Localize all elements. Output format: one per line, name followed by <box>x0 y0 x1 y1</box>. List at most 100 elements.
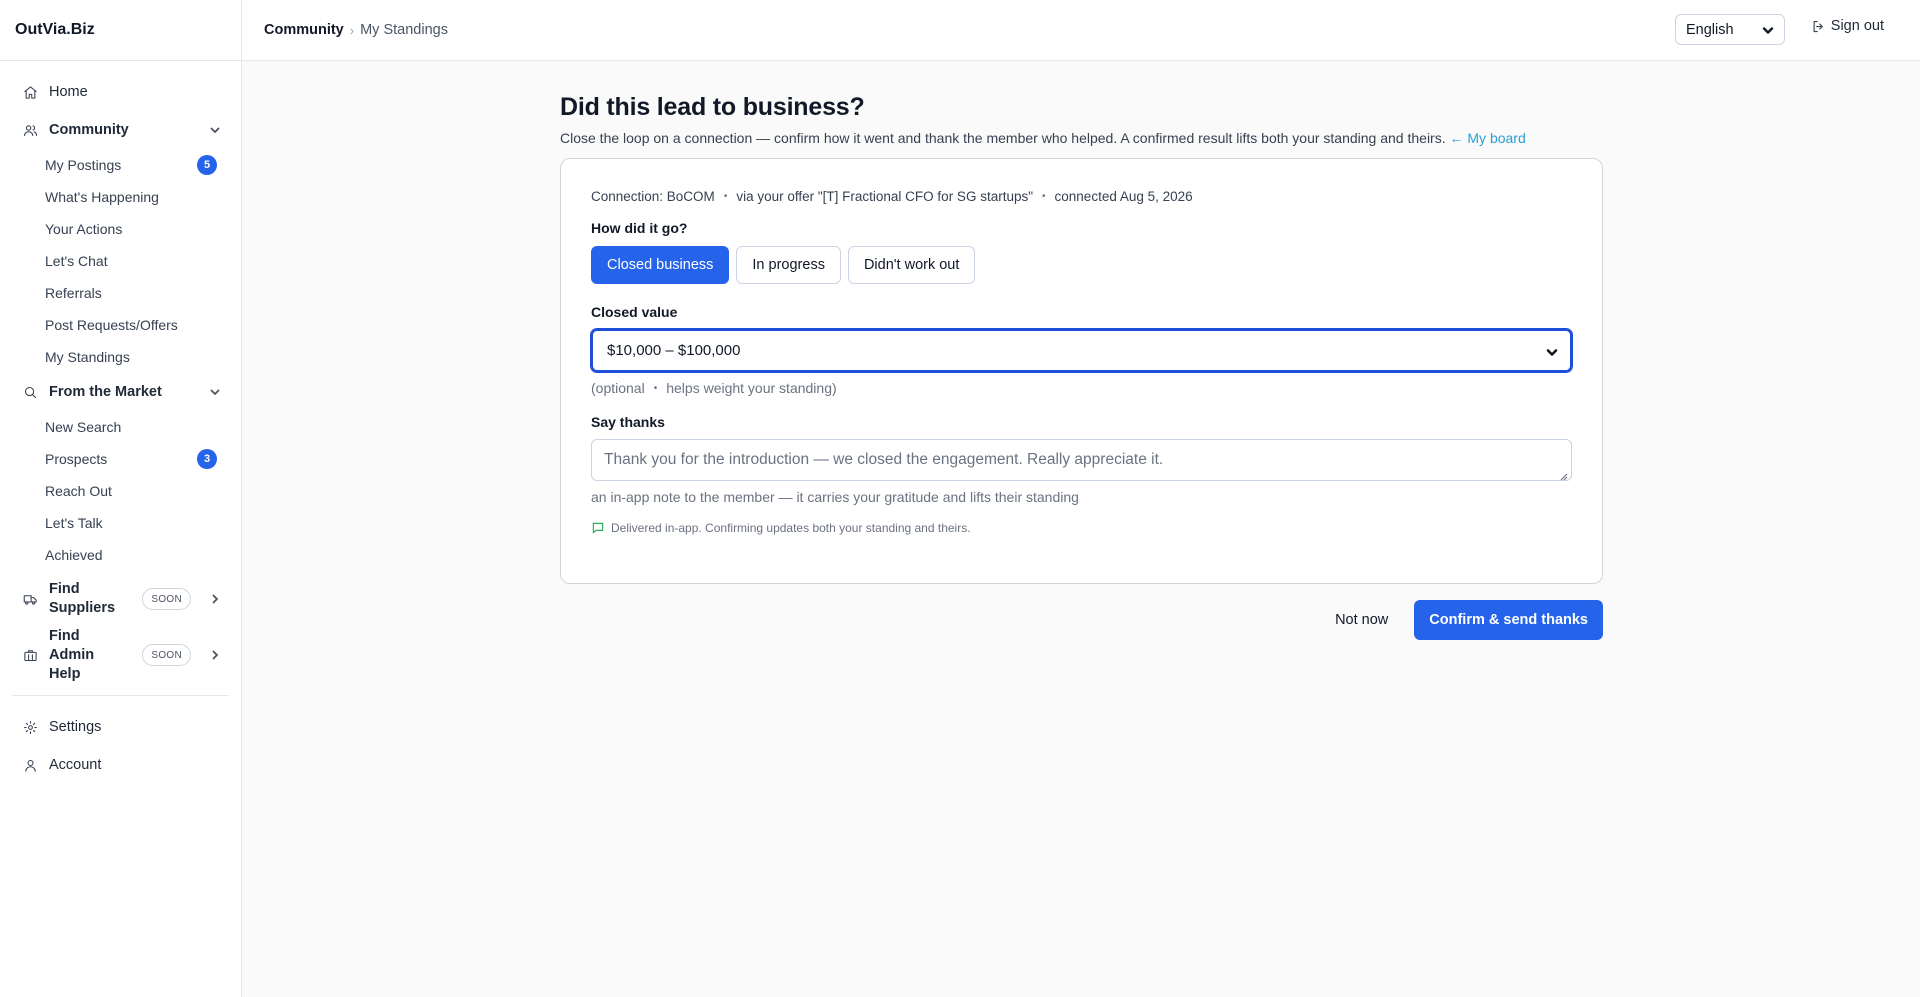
sign-out-icon <box>1813 20 1823 32</box>
connection-meta: Connection: BoCOM • via your offer "[T] … <box>591 189 1572 204</box>
sidebar-item-lets-chat[interactable]: Let's Chat <box>0 245 241 277</box>
truck-icon <box>22 591 38 607</box>
choice-didnt-work-out[interactable]: Didn't work out <box>847 246 976 284</box>
sidebar-item-label: Post Requests/Offers <box>45 317 178 333</box>
soon-badge: SOON <box>142 644 191 666</box>
sidebar-item-reach-out[interactable]: Reach Out <box>0 475 241 507</box>
connection-name: Connection: BoCOM <box>591 189 715 204</box>
meta-separator: • <box>1042 191 1046 202</box>
soon-badge: SOON <box>142 588 191 610</box>
sidebar-item-label: Settings <box>49 719 102 735</box>
resize-handle-icon[interactable] <box>1559 468 1568 481</box>
chevron-down-icon <box>209 386 221 398</box>
sidebar-item-find-suppliers[interactable]: Find Suppliers SOON <box>0 571 241 627</box>
closed-value-label: Closed value <box>591 304 678 320</box>
sidebar-item-achieved[interactable]: Achieved <box>0 539 241 571</box>
sidebar-item-label: Referrals <box>45 285 102 301</box>
main-content: Did this lead to business? Close the loo… <box>560 93 1603 640</box>
sidebar-section-from-the-market[interactable]: From the Market <box>0 373 241 411</box>
users-icon <box>22 122 38 138</box>
sidebar-item-label: My Standings <box>45 349 130 365</box>
closed-value-select[interactable]: $10,000 – $100,000 <box>591 329 1572 372</box>
search-icon <box>22 384 38 400</box>
sidebar-item-your-actions[interactable]: Your Actions <box>0 213 241 245</box>
sidebar-section-community[interactable]: Community <box>0 111 241 149</box>
connection-date: connected Aug 5, 2026 <box>1054 189 1193 204</box>
page-title: Did this lead to business? <box>560 93 865 121</box>
gear-icon <box>22 719 38 735</box>
sidebar-item-label: Let's Chat <box>45 253 108 269</box>
breadcrumb-separator: › <box>349 22 355 38</box>
chat-bubble-icon <box>592 522 604 534</box>
count-badge: 3 <box>197 449 217 469</box>
sidebar-item-label: Reach Out <box>45 483 112 499</box>
sidebar-item-find-admin-help[interactable]: Find Admin Help SOON <box>0 627 241 683</box>
sidebar-item-my-standings[interactable]: My Standings <box>0 341 241 373</box>
sidebar-item-label: My Postings <box>45 157 122 173</box>
hint-weight: helps weight your standing) <box>666 380 837 396</box>
say-thanks-placeholder: Thank you for the introduction — we clos… <box>604 451 1164 468</box>
sidebar-item-whats-happening[interactable]: What's Happening <box>0 181 241 213</box>
sidebar-item-label: New Search <box>45 419 122 435</box>
sidebar-item-my-postings[interactable]: My Postings 5 <box>0 149 241 181</box>
home-icon <box>22 84 38 100</box>
closed-value-selected: $10,000 – $100,000 <box>607 342 741 359</box>
sidebar-section-label: From the Market <box>49 384 162 400</box>
sidebar-item-home[interactable]: Home <box>0 73 241 111</box>
sidebar-item-label: Find Admin Help <box>49 627 95 682</box>
sidebar-divider <box>12 695 229 696</box>
delivered-text: Delivered in-app. Confirming updates bot… <box>611 521 971 535</box>
user-icon <box>22 757 38 773</box>
form-actions: Not now Confirm & send thanks <box>560 600 1603 640</box>
not-now-button[interactable]: Not now <box>1309 600 1414 640</box>
connection-offer: via your offer "[T] Fractional CFO for S… <box>736 189 1034 204</box>
language-select[interactable]: English <box>1675 14 1785 45</box>
sidebar-item-label: Find Suppliers <box>49 581 116 616</box>
sidebar-item-label: Prospects <box>45 451 108 467</box>
sidebar-item-label: Your Actions <box>45 221 123 237</box>
sidebar-item-label: What's Happening <box>45 189 159 205</box>
sign-out-label: Sign out <box>1830 18 1884 34</box>
chevron-down-icon <box>1546 345 1558 357</box>
my-board-link[interactable]: ← My board <box>1450 130 1526 146</box>
topbar: Community › My Standings English Sign ou… <box>242 0 1920 61</box>
say-thanks-label: Say thanks <box>591 414 665 430</box>
sidebar-item-settings[interactable]: Settings <box>0 708 241 746</box>
sidebar-item-label: Account <box>49 757 102 773</box>
hint-optional: (optional <box>591 380 645 396</box>
outcome-question: How did it go? <box>591 220 688 236</box>
sidebar-item-post-requests-offers[interactable]: Post Requests/Offers <box>0 309 241 341</box>
description-text: Close the loop on a connection — confirm… <box>560 130 1446 146</box>
sidebar: OutVia.Biz Home Community My Postings 5 … <box>0 0 242 997</box>
sidebar-item-prospects[interactable]: Prospects 3 <box>0 443 241 475</box>
chevron-right-icon <box>209 593 221 605</box>
closed-value-hint: (optional • helps weight your standing) <box>591 380 1572 396</box>
sidebar-item-account[interactable]: Account <box>0 746 241 784</box>
brand-logo[interactable]: OutVia.Biz <box>0 0 241 61</box>
sidebar-section-label: Community <box>49 122 129 138</box>
breadcrumb-parent[interactable]: Community <box>264 22 344 38</box>
count-badge: 5 <box>197 155 217 175</box>
sidebar-nav: Home Community My Postings 5 What's Happ… <box>0 61 241 784</box>
choice-in-progress[interactable]: In progress <box>736 246 841 284</box>
chevron-down-icon <box>209 124 221 136</box>
breadcrumb-current: My Standings <box>360 22 448 38</box>
sidebar-item-referrals[interactable]: Referrals <box>0 277 241 309</box>
page-description: Close the loop on a connection — confirm… <box>560 130 1603 146</box>
chevron-down-icon <box>1762 24 1774 36</box>
briefcase-icon <box>22 647 38 663</box>
sidebar-item-label: Home <box>49 84 88 100</box>
meta-separator: • <box>723 191 728 202</box>
confirm-card: Connection: BoCOM • via your offer "[T] … <box>560 158 1603 584</box>
choice-closed-business[interactable]: Closed business <box>591 246 730 284</box>
chevron-right-icon <box>209 649 221 661</box>
confirm-send-thanks-button[interactable]: Confirm & send thanks <box>1414 600 1603 640</box>
say-thanks-note: an in-app note to the member — it carrie… <box>591 489 1079 505</box>
language-select-value: English <box>1686 21 1734 38</box>
sidebar-item-lets-talk[interactable]: Let's Talk <box>0 507 241 539</box>
say-thanks-textarea[interactable]: Thank you for the introduction — we clos… <box>591 439 1572 481</box>
sidebar-item-new-search[interactable]: New Search <box>0 411 241 443</box>
sidebar-item-label: Achieved <box>45 547 103 563</box>
outcome-choices: Closed business In progress Didn't work … <box>591 246 1572 284</box>
sign-out-button[interactable]: Sign out <box>1811 18 1884 34</box>
